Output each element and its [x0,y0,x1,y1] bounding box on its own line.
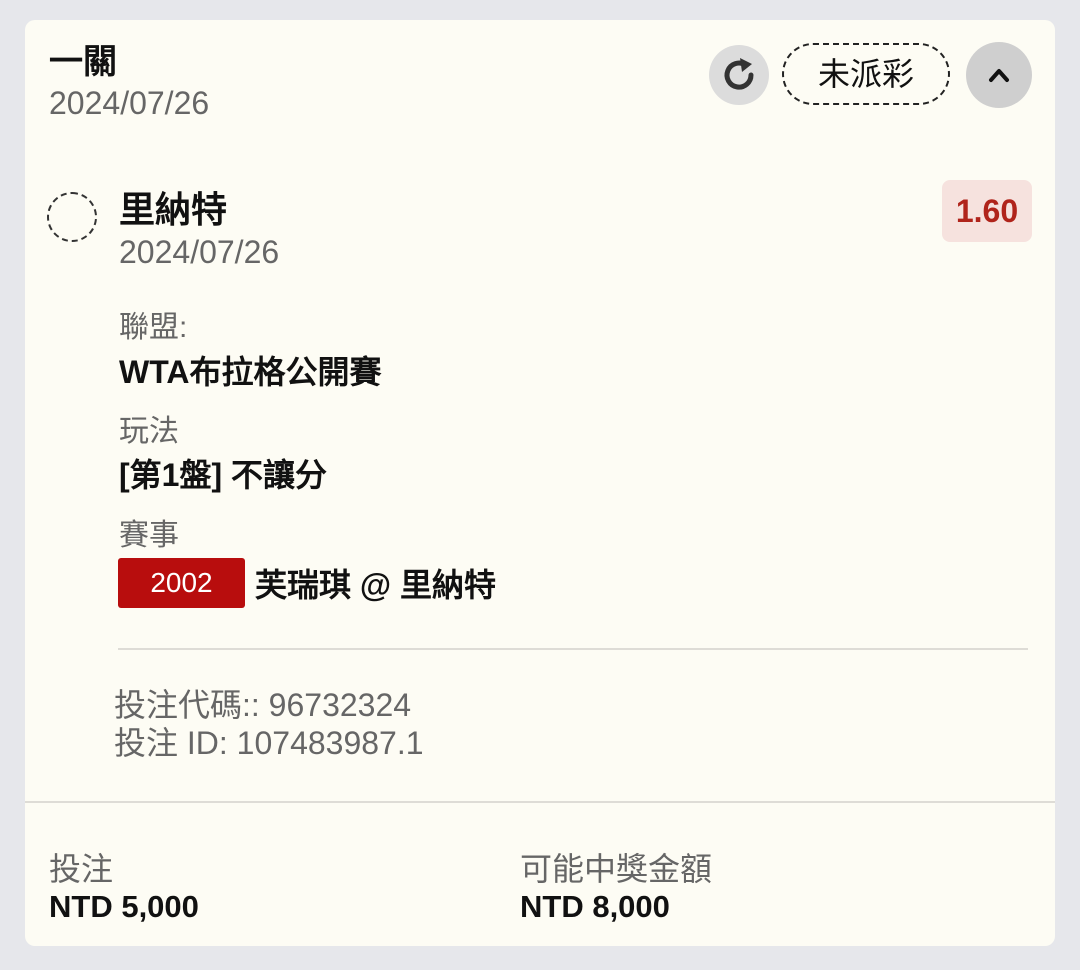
payout-value: NTD 8,000 [520,889,670,924]
collapse-button[interactable] [966,42,1032,108]
bet-type-value: [第1盤] 不讓分 [119,457,328,493]
stake-value: NTD 5,000 [49,889,199,924]
bet-title: 一關 [49,43,117,81]
bet-type-label: 玩法 [119,415,179,448]
payout-label: 可能中獎金額 [520,851,713,887]
refresh-icon [724,58,754,90]
bet-code: 投注代碼:: 96732324 [114,687,412,723]
bet-card: 一關 2024/07/26 未派彩 里納特 2024/07/26 1.60 聯盟… [25,20,1055,946]
event-match: 芙瑞琪 @ 里納特 [255,567,496,603]
selection-date: 2024/07/26 [119,234,280,270]
stake-label: 投注 [49,851,114,887]
refresh-button[interactable] [709,45,769,105]
league-value: WTA布拉格公開賽 [119,354,382,390]
league-label: 聯盟: [119,311,188,344]
radio-pending-icon [47,192,97,242]
bet-id: 投注 ID: 107483987.1 [114,725,424,761]
odds-badge: 1.60 [942,180,1032,242]
bet-date: 2024/07/26 [49,85,210,121]
footer-divider [25,801,1055,803]
event-label: 賽事 [119,519,179,552]
divider [118,648,1028,650]
event-number-badge: 2002 [118,558,245,608]
chevron-up-icon [989,69,1009,82]
selection-name: 里納特 [119,189,228,230]
status-badge: 未派彩 [782,43,950,105]
